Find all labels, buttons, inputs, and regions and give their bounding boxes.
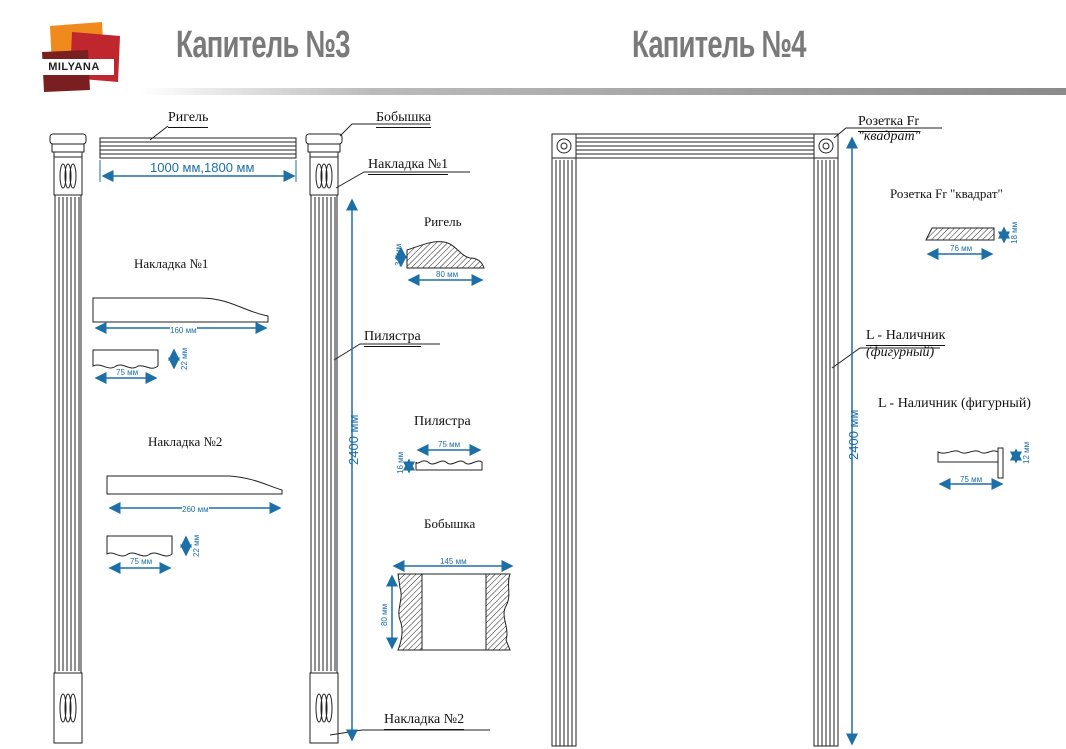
label-pilastra: Пилястра — [364, 329, 421, 347]
bobyshka-profile-width: 145 мм — [440, 557, 467, 566]
nalichnik-profile-title: L - Наличник (фигурный) — [878, 396, 1031, 411]
label-nalichnik: L - Наличник — [866, 328, 946, 346]
rigel-profile-height: 34 мм — [394, 243, 403, 266]
rozetka-profile-width: 76 мм — [950, 244, 973, 253]
height-dim-left-text: 2400 мм — [346, 414, 361, 465]
pilastra-profile-width: 75 мм — [438, 440, 461, 449]
pilastra-profile — [415, 460, 483, 471]
rozetka-profile-title: Розетка Fr "квадрат" — [890, 186, 1003, 201]
pilastra-profile-height: 16 мм — [396, 451, 405, 474]
label-rozetka-line2: "квадрат" — [858, 129, 921, 144]
label-nakladka1: Накладка №1 — [368, 157, 449, 175]
nalichnik-profile-width: 75 мм — [960, 475, 983, 484]
rigel-profile — [406, 241, 485, 269]
rozetka-profile — [925, 227, 995, 241]
bobyshka-profile — [397, 573, 511, 651]
rigel-profile-width: 80 мм — [436, 270, 459, 279]
nakladka1-width: 75 мм — [116, 368, 139, 377]
label-nakladka2: Накладка №2 — [384, 712, 465, 730]
pilaster-left-2 — [305, 133, 343, 744]
rigel-profile-title: Ригель — [424, 214, 462, 229]
label-rigel: Ригель — [168, 110, 209, 128]
nakladka2-length: 260 мм — [182, 505, 209, 514]
bobyshka-profile-height: 80 мм — [380, 603, 389, 626]
pilaster-left-1 — [49, 133, 87, 744]
label-nalichnik-line2: (фигурный) — [866, 345, 935, 360]
nakladka1-length: 160 мм — [170, 326, 197, 335]
rigel-beam — [99, 137, 297, 159]
nalichnik-profile — [937, 447, 1004, 479]
rozetka-profile-height: 18 мм — [1010, 221, 1019, 244]
technical-drawing — [49, 123, 1022, 747]
nakladka2-width: 75 мм — [130, 557, 153, 566]
nalichnik-profile-height: 12 мм — [1022, 441, 1031, 464]
rigel-length-dim: 1000 мм,1800 мм — [150, 160, 255, 175]
nakladka2-title: Накладка №2 — [148, 434, 223, 449]
label-bobyshka: Бобышка — [376, 110, 432, 128]
nakladka1-height: 22 мм — [180, 347, 189, 370]
height-dim-right-text: 2400 мм — [846, 409, 861, 460]
pilastra-profile-title: Пилястра — [414, 414, 471, 429]
bobyshka-profile-title: Бобышка — [424, 516, 476, 531]
door-frame-right — [551, 133, 839, 747]
nakladka1-title: Накладка №1 — [134, 256, 209, 271]
nakladka2-height: 22 мм — [192, 534, 201, 557]
